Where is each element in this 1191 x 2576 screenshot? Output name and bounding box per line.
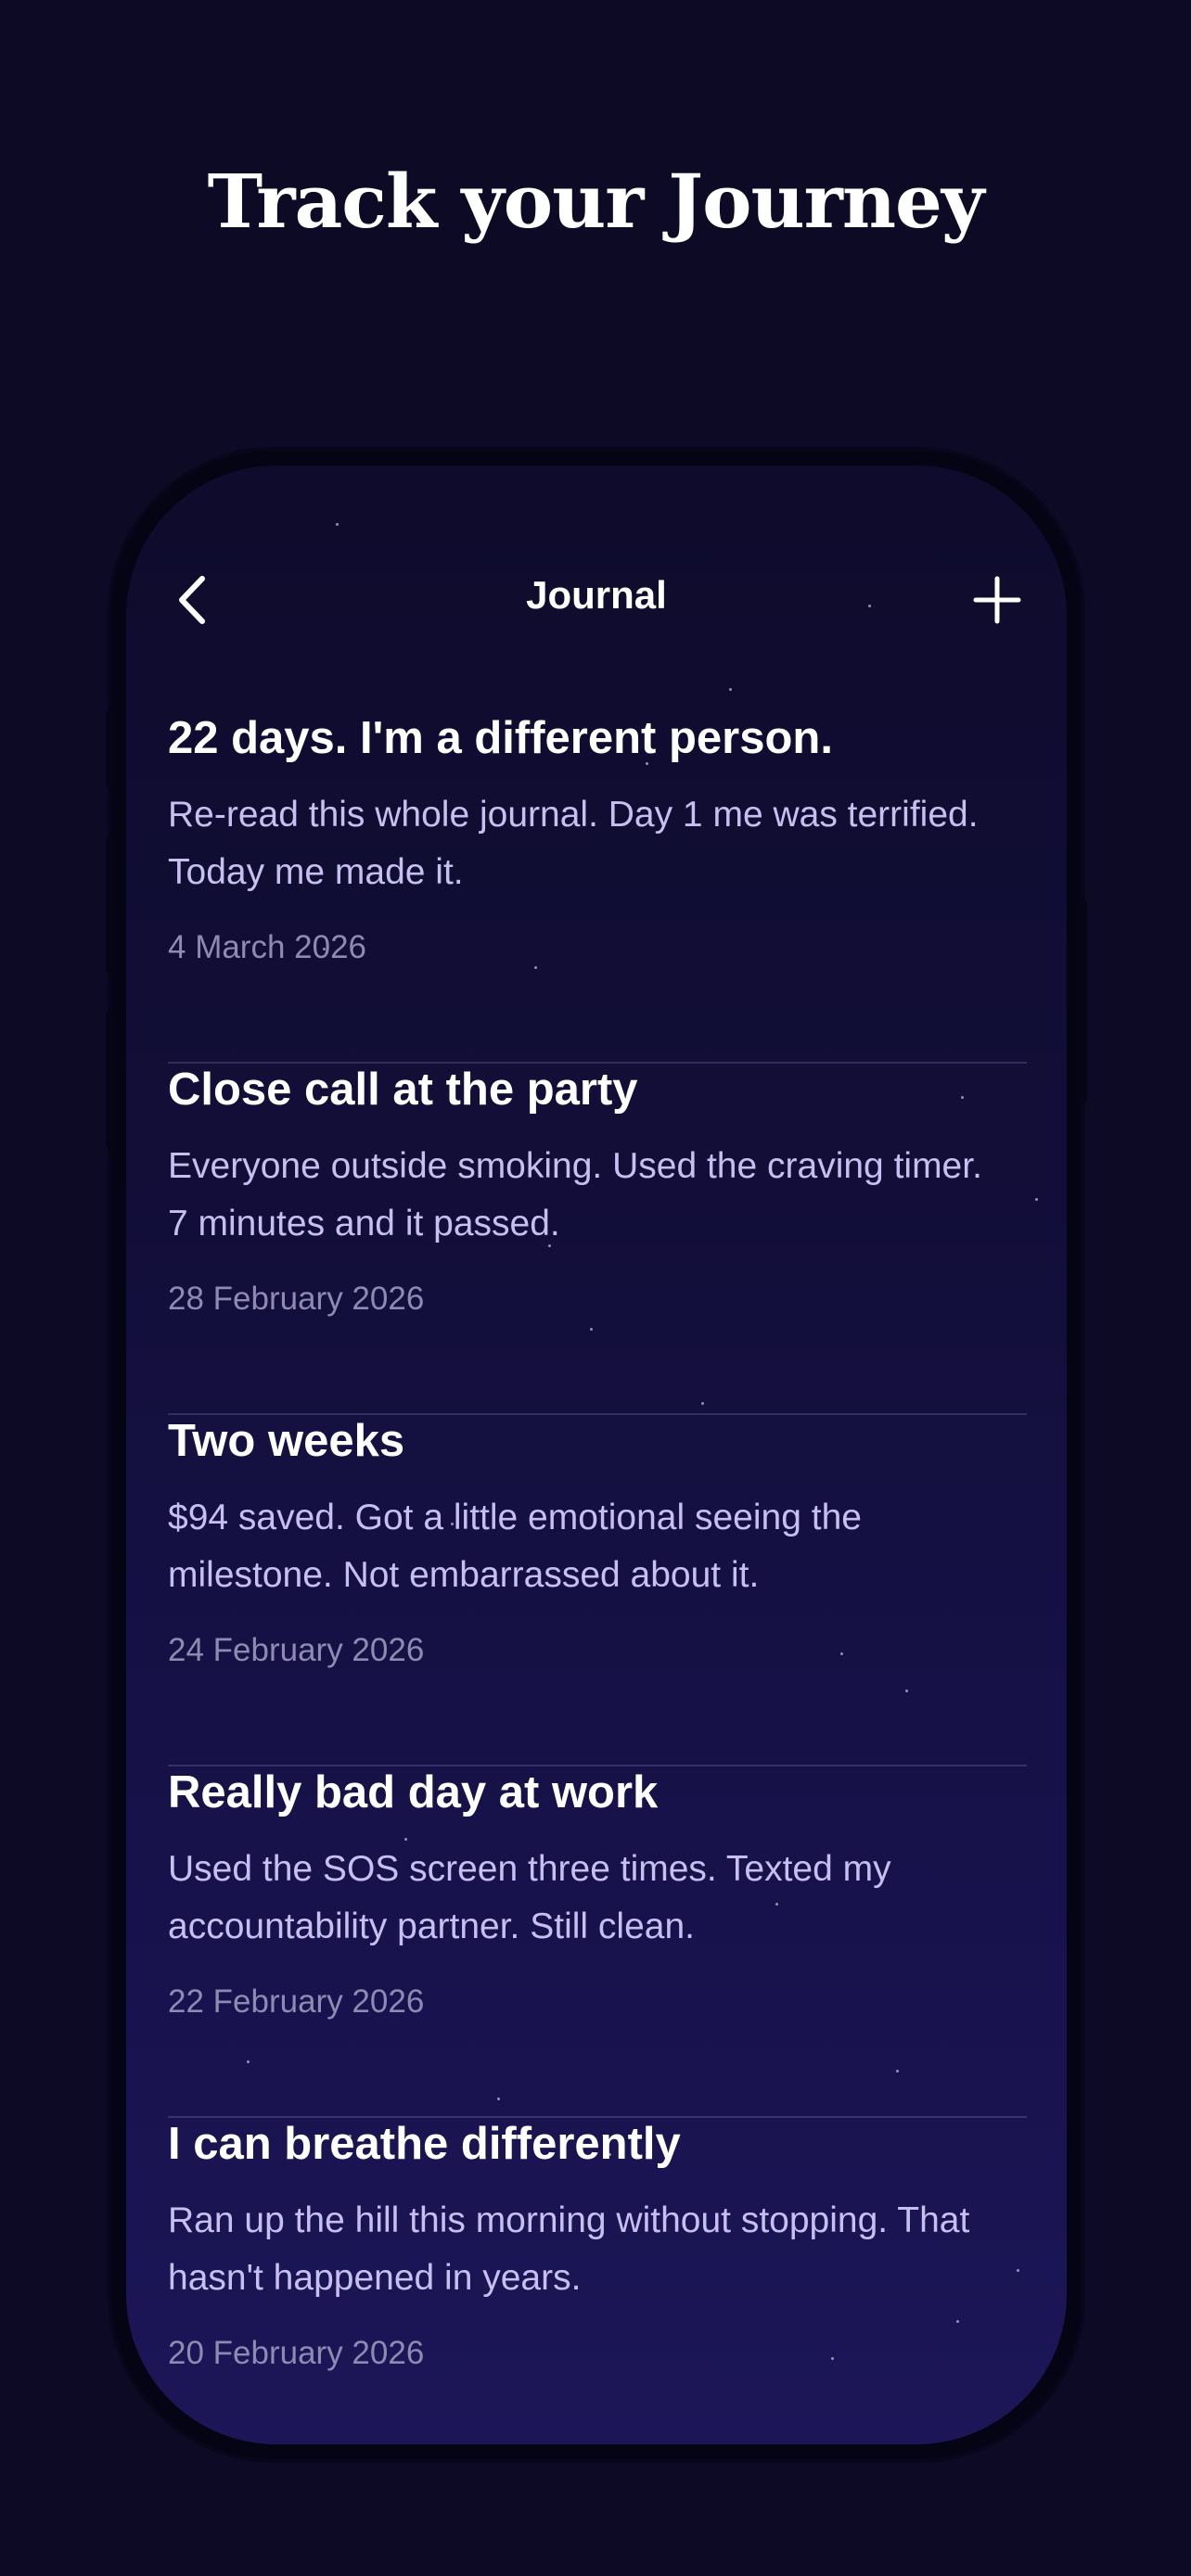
entry-body: Used the SOS screen three times. Texted … bbox=[168, 1849, 891, 1946]
entry-date: 22 February 2026 bbox=[168, 1983, 425, 2020]
journal-entry-list: 22 days. I'm a different person. Re-read… bbox=[168, 712, 1027, 2444]
entry-title: Two weeks bbox=[168, 1416, 405, 1466]
entry-title: 22 days. I'm a different person. bbox=[168, 713, 833, 763]
journal-entry[interactable]: I can breathe differently Ran up the hil… bbox=[168, 2118, 1027, 2444]
entry-date: 28 February 2026 bbox=[168, 1281, 425, 1317]
page-title: Journal bbox=[526, 573, 667, 617]
phone-screen: Journal 22 days. I'm a different person.… bbox=[126, 465, 1067, 2444]
plus-icon bbox=[973, 576, 1021, 624]
entry-date: 20 February 2026 bbox=[168, 2335, 425, 2371]
add-entry-button[interactable] bbox=[965, 567, 1030, 632]
entry-date: 4 March 2026 bbox=[168, 929, 367, 965]
entry-title: Really bad day at work bbox=[168, 1767, 659, 1817]
entry-date: 24 February 2026 bbox=[168, 1632, 425, 1668]
journal-entry[interactable]: 22 days. I'm a different person. Re-read… bbox=[168, 712, 1027, 1064]
entry-body: Re-read this whole journal. Day 1 me was… bbox=[168, 795, 979, 892]
phone-volume-up-button bbox=[106, 835, 117, 974]
phone-volume-down-button bbox=[106, 1011, 117, 1150]
phone-power-button bbox=[1076, 899, 1087, 1103]
entry-body: Everyone outside smoking. Used the cravi… bbox=[168, 1146, 982, 1243]
hero-title: Track your Journey bbox=[207, 158, 985, 245]
journal-entry[interactable]: Two weeks $94 saved. Got a little emotio… bbox=[168, 1415, 1027, 1766]
nav-bar: Journal bbox=[126, 549, 1067, 651]
entry-title: I can breathe differently bbox=[168, 2119, 681, 2169]
phone-mute-switch bbox=[106, 708, 117, 790]
entry-body: Ran up the hill this morning without sto… bbox=[168, 2200, 970, 2298]
journal-entry[interactable]: Close call at the party Everyone outside… bbox=[168, 1064, 1027, 1415]
entry-body: $94 saved. Got a little emotional seeing… bbox=[168, 1498, 862, 1595]
journal-entry[interactable]: Really bad day at work Used the SOS scre… bbox=[168, 1766, 1027, 2118]
entry-title: Close call at the party bbox=[168, 1065, 638, 1115]
